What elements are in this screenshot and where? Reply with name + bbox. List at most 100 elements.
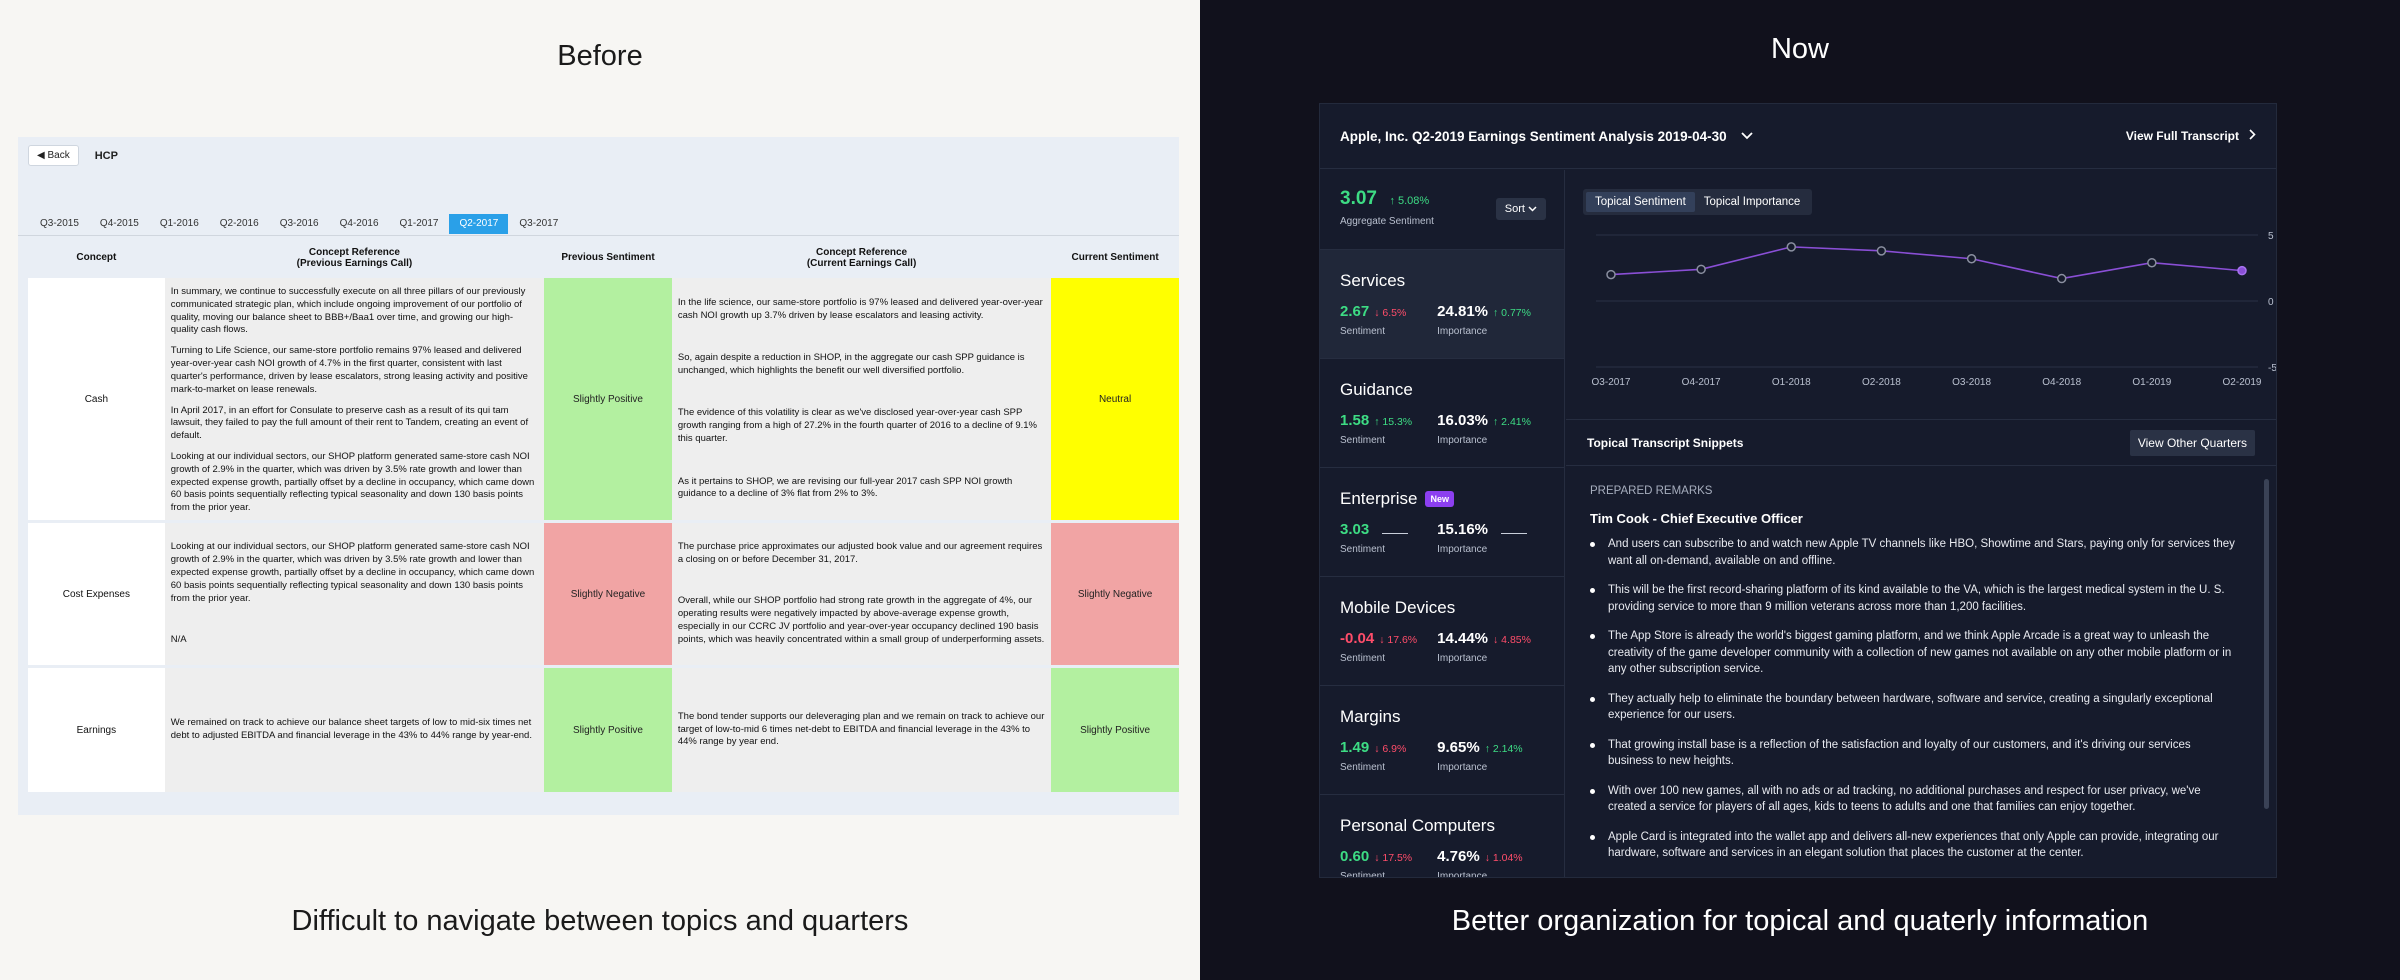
ref-text: Overall, while our SHOP portfolio had st… [677, 595, 1045, 645]
tab-q4-2016[interactable]: Q4-2016 [330, 214, 389, 234]
x-tick-label: Q3-2018 [1952, 377, 1991, 385]
now-heading: Now [1770, 33, 1829, 65]
data-point [1966, 254, 1977, 264]
tab-q3-2017[interactable]: Q3-2017 [509, 214, 568, 234]
app-label: HCP [94, 149, 118, 162]
topic-label: Enterprise [1340, 489, 1418, 508]
col-cur-ref: Concept Reference (Current Earnings Call… [806, 246, 917, 269]
prev-sentiment-cell: Slightly Negative [544, 523, 672, 665]
topic-services[interactable]: Services 2.67 ↓ 6.5% Sentiment 24.81% ↑ 0.77%… [1320, 250, 1564, 359]
chevron-right-icon [2249, 129, 2256, 143]
aggregate-delta: ↑ 5.08% [1389, 195, 1430, 207]
topic-name: Enterprise New [1340, 489, 1544, 509]
importance-metric: 16.03% ↑ 2.41% Importance [1437, 412, 1544, 446]
tab-topical-sentiment[interactable]: Topical Sentiment [1586, 192, 1695, 212]
importance-label: Importance [1437, 435, 1488, 446]
importance-label: Importance [1437, 326, 1488, 337]
back-button[interactable]: ◀ Back [28, 145, 79, 166]
ref-text: Turning to Life Science, our same-store … [170, 345, 528, 395]
topic-metrics: -0.04 ↓ 17.6% Sentiment 14.44% ↓ 4.85% Import… [1340, 630, 1544, 664]
speaker-name: Tim Cook - Chief Executive Officer [1590, 511, 1803, 526]
cur-sentiment-cell: Slightly Negative [1051, 523, 1179, 665]
before-heading: Before [557, 40, 643, 72]
topic-mobile-devices[interactable]: Mobile Devices -0.04 ↓ 17.6% Sentiment 14.44… [1320, 577, 1564, 686]
tab-q3-2016[interactable]: Q3-2016 [270, 214, 329, 234]
sentiment-metric: 0.60 ↓ 17.5% Sentiment [1340, 848, 1437, 877]
back-button-label: Back [47, 150, 70, 161]
sentiment-label: Sentiment [1340, 871, 1386, 877]
tab-q1-2017[interactable]: Q1-2017 [390, 214, 449, 234]
y-tick-label: -5 [2268, 363, 2277, 374]
concept-cell: Cash [28, 278, 165, 520]
ref-text: We remained on track to achieve our bala… [170, 717, 532, 741]
topic-enterprise[interactable]: Enterprise New 3.03 Sentiment 15.16% Importan… [1320, 468, 1564, 577]
tab-q4-2015[interactable]: Q4-2015 [90, 214, 149, 234]
x-tick-label: Q1-2019 [2132, 377, 2171, 385]
col-prev-ref: Concept Reference (Previous Earnings Cal… [296, 246, 413, 269]
importance-row: 4.76% ↓ 1.04% [1437, 848, 1544, 865]
view-other-quarters-button[interactable]: View Other Quarters [2129, 429, 2255, 456]
y-tick-label: 0 [2268, 297, 2274, 308]
tab-q2-2016[interactable]: Q2-2016 [210, 214, 269, 234]
data-point [2237, 265, 2247, 276]
importance-label: Importance [1437, 762, 1488, 773]
importance-value: 4.76% [1437, 848, 1480, 865]
sort-button[interactable]: Sort [1495, 198, 1546, 220]
prev-ref-cell: We remained on track to achieve our bala… [164, 668, 545, 792]
aggregate-sentiment: 3.07 ↑ 5.08% Aggregate Sentiment Sort [1320, 170, 1564, 250]
remark-item: The App Store is already the world's big… [1590, 628, 2236, 678]
topic-name: Personal Computers [1340, 816, 1544, 836]
ref-text: The purchase price approximates our adju… [677, 541, 1043, 566]
x-tick-label: Q1-2018 [1772, 377, 1811, 385]
aggregate-value: 3.07 [1340, 188, 1377, 209]
remark-item: With over 100 new games, all with no ads… [1590, 783, 2236, 816]
app-header: Apple, Inc. Q2-2019 Earnings Sentiment A… [1320, 104, 2276, 169]
importance-metric: 24.81% ↑ 0.77% Importance [1437, 303, 1544, 337]
sentiment-row: 0.60 ↓ 17.5% [1340, 848, 1437, 865]
topic-personal-computers[interactable]: Personal Computers 0.60 ↓ 17.5% Sentiment 4.… [1320, 795, 1564, 877]
sentiment-value: 2.67 [1340, 303, 1370, 320]
importance-metric: 4.76% ↓ 1.04% Importance [1437, 848, 1544, 877]
col-cur-sentiment: Current Sentiment [1071, 252, 1159, 263]
data-point [1786, 242, 1797, 252]
y-tick-label: 5 [2268, 231, 2274, 242]
x-tick-label: Q4-2018 [2042, 377, 2081, 385]
importance-value: 16.03% [1437, 412, 1489, 429]
sentiment-label: Sentiment [1340, 544, 1386, 555]
topic-label: Mobile Devices [1340, 598, 1456, 617]
topic-label: Services [1340, 271, 1406, 290]
cur-ref-cell: The purchase price approximates our adju… [671, 523, 1052, 665]
tab-topical-importance[interactable]: Topical Importance [1695, 192, 1810, 212]
importance-row: 14.44% ↓ 4.85% [1437, 630, 1544, 647]
now-panel: Now Apple, Inc. Q2-2019 Earnings Sentime… [1200, 0, 2400, 980]
chevron-down-icon[interactable] [1741, 129, 1753, 143]
tab-q3-2015[interactable]: Q3-2015 [30, 214, 89, 234]
sentiment-value: 1.49 [1340, 739, 1370, 756]
sentiment-delta: ↓ 6.9% [1374, 743, 1407, 755]
tab-q2-2017[interactable]: Q2-2017 [449, 214, 509, 234]
sentiment-metric: -0.04 ↓ 17.6% Sentiment [1340, 630, 1437, 664]
report-title[interactable]: Apple, Inc. Q2-2019 Earnings Sentiment A… [1340, 129, 1727, 144]
importance-delta: ↑ 2.41% [1493, 416, 1531, 428]
scrollbar[interactable] [2264, 479, 2269, 809]
view-full-transcript-link[interactable]: View Full Transcript [2126, 129, 2256, 143]
ref-text: So, again despite a reduction in SHOP, i… [677, 352, 1025, 376]
topic-name: Margins [1340, 707, 1544, 727]
topic-name: Services [1340, 271, 1544, 291]
importance-delta: ↑ 0.77% [1493, 307, 1531, 319]
topic-guidance[interactable]: Guidance 1.58 ↑ 15.3% Sentiment 16.03% ↑ 2.41… [1320, 359, 1564, 468]
ref-text: The evidence of this volatility is clear… [677, 407, 1037, 445]
importance-value: 9.65% [1437, 739, 1480, 756]
data-point [1606, 269, 1616, 280]
sentiment-line-chart: 5 0 -5 Q3-2017 Q4-2017 Q1-2018 Q2-2018 Q3-2018 Q… [1592, 231, 2277, 385]
topic-margins[interactable]: Margins 1.49 ↓ 6.9% Sentiment 9.65% ↑ 2.14% Im… [1320, 686, 1564, 795]
new-app-window: Apple, Inc. Q2-2019 Earnings Sentiment A… [1319, 103, 2277, 878]
importance-label: Importance [1437, 653, 1488, 664]
importance-value: 14.44% [1437, 630, 1489, 647]
remark-item: That growing install base is a reflectio… [1590, 737, 2236, 770]
table-row: Cost Expenses Looking at our individual s… [18, 520, 1179, 665]
tab-q1-2016[interactable]: Q1-2016 [150, 214, 209, 234]
importance-value: 15.16% [1437, 521, 1489, 538]
remark-item: This will be the first record-sharing pl… [1590, 582, 2236, 615]
importance-row: 24.81% ↑ 0.77% [1437, 303, 1544, 320]
